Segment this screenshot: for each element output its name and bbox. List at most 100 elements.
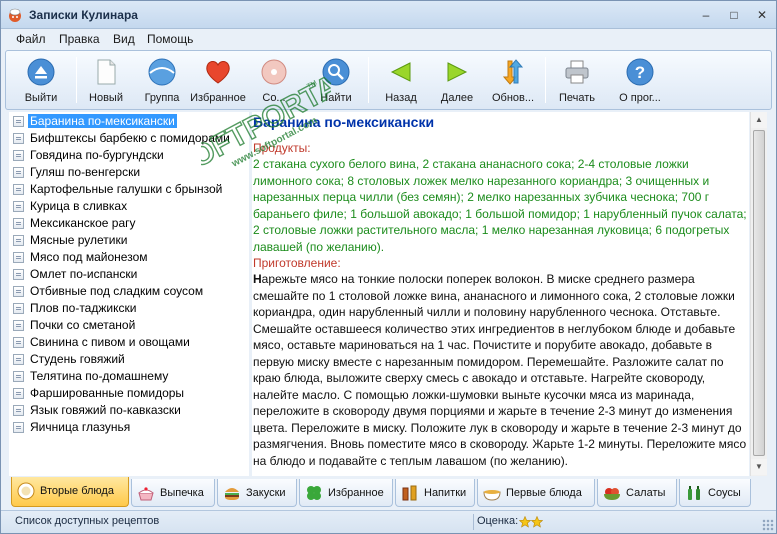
recipe-icon — [13, 116, 24, 127]
recipe-item[interactable]: Мексиканское рагу — [13, 215, 245, 232]
recipe-item[interactable]: Бифштексы барбекю с помидорами — [13, 130, 245, 147]
recipe-icon — [13, 252, 24, 263]
recipe-item[interactable]: Плов по-таджикски — [13, 300, 245, 317]
soup-icon — [483, 490, 501, 501]
resize-grip[interactable] — [762, 519, 774, 531]
recipe-item[interactable]: Студень говяжий — [13, 351, 245, 368]
favorites-button[interactable]: Избранное — [188, 57, 248, 107]
menu-edit[interactable]: Правка — [59, 32, 100, 46]
menu-file[interactable]: Файл — [16, 32, 46, 46]
tab-drinks[interactable]: Напитки — [395, 479, 475, 507]
recipe-icon — [13, 150, 24, 161]
recipe-item[interactable]: Курица в сливках — [13, 198, 245, 215]
recipe-item[interactable]: Омлет по-испански — [13, 266, 245, 283]
scroll-thumb[interactable] — [753, 130, 765, 456]
recipe-icon — [13, 184, 24, 195]
recipe-icon — [13, 337, 24, 348]
recipe-icon — [13, 286, 24, 297]
method-text: Нарежьте мясо на тонкие полоски поперек … — [253, 271, 749, 469]
print-button[interactable]: Печать — [547, 57, 607, 107]
recipe-item[interactable]: Язык говяжий по-кавказски — [13, 402, 245, 419]
recipe-icon — [13, 303, 24, 314]
minimize-button[interactable]: – — [695, 7, 717, 23]
tab-salads[interactable]: Салаты — [597, 479, 677, 507]
chef-app-icon — [9, 8, 21, 22]
recipe-icon — [13, 388, 24, 399]
recipe-item[interactable]: Говядина по-бургундски — [13, 147, 245, 164]
content-scrollbar[interactable]: ▲ ▼ — [750, 112, 767, 476]
recipe-item[interactable]: Гуляш по-венгерски — [13, 164, 245, 181]
rating-label: Оценка: — [477, 515, 519, 527]
recipe-content: Баранина по-мексикански Продукты: 2 стак… — [252, 112, 749, 476]
recipe-list[interactable]: Баранина по-мексикански Бифштексы барбек… — [9, 112, 249, 476]
recipe-icon — [13, 133, 24, 144]
salad-icon — [604, 488, 620, 500]
plate-icon — [17, 482, 35, 500]
recipe-item[interactable]: Мясо под майонезом — [13, 249, 245, 266]
recipe-icon — [13, 422, 24, 433]
tab-snacks[interactable]: Закуски — [217, 479, 297, 507]
toolbar-separator — [545, 57, 546, 103]
method-heading: Приготовление: — [253, 256, 341, 270]
sauce-bottles-icon — [688, 486, 700, 500]
app-window: Записки Кулинара – □ ✕ Файл Правка Вид П… — [0, 0, 777, 534]
title-bar: Записки Кулинара – □ ✕ — [1, 1, 776, 29]
method-initial: Н — [253, 272, 262, 286]
exit-button[interactable]: Выйти — [11, 57, 71, 107]
status-bar: Список доступных рецептов Оценка: — [1, 510, 776, 533]
rating-stars-icon — [519, 516, 543, 528]
heart-icon — [206, 61, 230, 84]
clover-icon — [307, 486, 321, 500]
maximize-button[interactable]: □ — [723, 7, 745, 23]
recipe-item[interactable]: Фаршированные помидоры — [13, 385, 245, 402]
recipe-item[interactable]: Телятина по-домашнему — [13, 368, 245, 385]
menu-help[interactable]: Помощь — [147, 32, 193, 46]
recipe-icon — [13, 371, 24, 382]
search-icon — [322, 58, 350, 86]
printer-icon — [565, 60, 589, 84]
about-button[interactable]: ? О прог... — [610, 57, 670, 107]
scroll-down-button[interactable]: ▼ — [751, 459, 767, 475]
refresh-button[interactable]: Обнов... — [483, 57, 543, 107]
scroll-up-button[interactable]: ▲ — [751, 112, 767, 128]
drinks-icon — [402, 485, 417, 501]
recipe-item[interactable]: Мясные рулетики — [13, 232, 245, 249]
back-button[interactable]: Назад — [371, 57, 431, 107]
tab-sauces[interactable]: Соусы — [679, 479, 751, 507]
tab-baking[interactable]: Выпечка — [131, 479, 215, 507]
arrow-right-icon — [447, 62, 468, 82]
recipe-title: Баранина по-мексикански — [253, 114, 435, 130]
tab-favorites[interactable]: Избранное — [299, 479, 393, 507]
tab-first-courses[interactable]: Первые блюда — [477, 479, 595, 507]
ingredients-text: 2 стакана сухого белого вина, 2 стакана … — [253, 157, 747, 254]
recipe-icon — [13, 201, 24, 212]
recipe-item[interactable]: Яичница глазунья — [13, 419, 245, 436]
find-button[interactable]: Найти — [306, 57, 366, 107]
recipe-icon — [13, 269, 24, 280]
save-button[interactable]: Со... — [244, 57, 304, 107]
method-body: арежьте мясо на тонкие полоски поперек в… — [253, 272, 747, 468]
forward-button[interactable]: Далее — [427, 57, 487, 107]
arrow-left-icon — [390, 62, 411, 82]
new-button[interactable]: Новый — [76, 57, 136, 107]
recipe-item-selected[interactable]: Баранина по-мексикански — [13, 113, 245, 130]
recipe-icon — [13, 405, 24, 416]
status-text: Список доступных рецептов — [15, 515, 160, 527]
recipe-item[interactable]: Почки со сметаной — [13, 317, 245, 334]
tab-main-courses[interactable]: Вторые блюда — [11, 477, 129, 507]
group-button[interactable]: Группа — [132, 57, 192, 107]
ingredients-heading: Продукты: — [253, 141, 311, 155]
toolbar-separator — [368, 57, 369, 103]
svg-text:?: ? — [635, 63, 645, 82]
new-document-icon — [97, 59, 116, 85]
help-icon: ? — [626, 58, 654, 86]
close-button[interactable]: ✕ — [751, 7, 773, 23]
recipe-icon — [13, 218, 24, 229]
recipe-item[interactable]: Картофельные галушки с брынзой — [13, 181, 245, 198]
status-divider — [473, 514, 474, 530]
menu-view[interactable]: Вид — [113, 32, 135, 46]
recipe-icon — [13, 167, 24, 178]
recipe-item[interactable]: Свинина с пивом и овощами — [13, 334, 245, 351]
recipe-item[interactable]: Отбивные под сладким соусом — [13, 283, 245, 300]
recipe-icon — [13, 320, 24, 331]
